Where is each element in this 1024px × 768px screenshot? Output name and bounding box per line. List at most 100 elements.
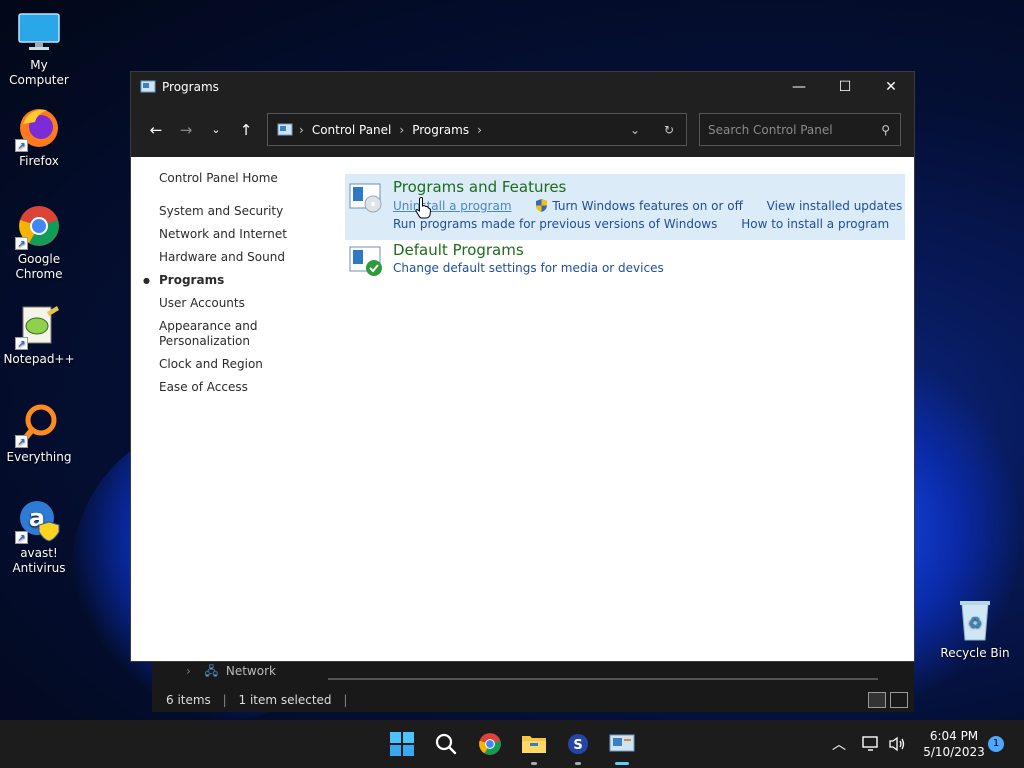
address-bar[interactable]: › Control Panel › Programs › ⌄ ↻ [267,113,687,146]
desktop-icon-label: Everything [6,450,72,464]
nav-clock-region[interactable]: Clock and Region [159,357,339,372]
app-s-icon: S [568,734,588,754]
programs-features-title[interactable]: Programs and Features [393,178,566,196]
desktop-icon-everything[interactable]: ↗ Everything [0,402,78,465]
status-bar: 6 items | 1 item selected | [166,693,348,707]
avast-icon: a ↗ [15,498,61,544]
windows-features-link[interactable]: Turn Windows features on or off [552,199,743,213]
back-button[interactable]: ← [141,115,171,145]
taskbar: S ︿ 6:04 PM 5/10/2023 [0,720,1024,768]
clock[interactable]: 6:04 PM 5/10/2023 [912,728,996,760]
desktop-icon-label: avast! Antivirus [12,546,66,575]
shield-icon [536,199,548,212]
nav-appearance-personalization[interactable]: Appearance and Personalization [159,319,269,349]
folder-icon [522,736,546,753]
nav-user-accounts[interactable]: User Accounts [159,296,339,311]
desktop-icon-notepadpp[interactable]: ↗ Notepad++ [0,304,78,367]
horizontal-scrollbar[interactable] [328,678,878,680]
desktop-icon-label: Google Chrome [15,252,63,281]
minimize-button[interactable]: — [776,72,822,102]
control-panel-window: Programs — ☐ ✕ ← → ⌄ ↑ › Control Panel ›… [130,71,915,662]
refresh-button[interactable]: ↻ [652,123,686,137]
change-defaults-link[interactable]: Change default settings for media or dev… [393,261,664,275]
nav-system-security[interactable]: System and Security [159,204,339,219]
programs-features-icon [349,183,382,213]
shortcut-arrow-icon: ↗ [15,139,28,152]
search-box[interactable]: Search Control Panel ⚲ [699,113,901,146]
start-button[interactable] [386,728,418,760]
search-icon: ⚲ [881,122,890,137]
view-installed-updates-link[interactable]: View installed updates [767,199,903,213]
desktop-icon-label: Recycle Bin [940,646,1010,660]
desktop-icon-label: Firefox [19,154,59,168]
title-bar[interactable]: Programs — ☐ ✕ [131,72,914,102]
desktop-icon-avast[interactable]: a ↗ avast! Antivirus [0,498,78,576]
nav-ease-of-access[interactable]: Ease of Access [159,380,339,395]
content-area: Control Panel Home System and Security N… [131,157,914,661]
control-panel-icon [277,123,293,135]
large-icons-view-button[interactable] [890,692,908,708]
notification-badge[interactable]: 1 [988,736,1004,752]
search-input[interactable]: Search Control Panel [708,123,833,137]
magnifier-icon: ↗ [15,402,61,448]
nav-control-panel-home[interactable]: Control Panel Home [159,171,339,186]
maximize-button[interactable]: ☐ [822,72,868,102]
up-button[interactable]: ↑ [231,115,261,145]
taskbar-search-button[interactable] [430,728,462,760]
notepadpp-icon: ↗ [15,304,61,350]
network-tray[interactable] [862,720,880,768]
taskbar-chrome[interactable] [474,728,506,760]
svg-text:S: S [573,738,582,753]
clock-date: 5/10/2023 [923,745,985,759]
search-icon [435,733,457,755]
network-icon: 🖧 [204,664,219,678]
clock-time: 6:04 PM [929,729,979,743]
window-title: Programs [162,80,219,94]
how-to-install-link[interactable]: How to install a program [741,217,889,231]
details-view-button[interactable] [868,692,886,708]
volume-tray[interactable] [888,720,906,768]
desktop-icon-my-computer[interactable]: My Computer [0,10,78,88]
hand-cursor-icon [415,197,431,219]
desktop-icon-label: Notepad++ [3,352,75,366]
nav-hardware-sound[interactable]: Hardware and Sound [159,250,339,265]
desktop-icon-firefox[interactable]: ↗ Firefox [0,106,78,169]
windows-logo-icon [390,732,414,756]
shortcut-arrow-icon: ↗ [15,237,28,250]
shortcut-arrow-icon: ↗ [15,337,28,350]
recent-locations-button[interactable]: ⌄ [201,115,231,145]
speaker-icon [889,736,905,752]
chevron-right-icon: › [477,122,482,137]
nav-programs[interactable]: Programs [143,273,339,288]
shortcut-arrow-icon: ↗ [15,435,28,448]
desktop-icon-label: My Computer [9,58,69,87]
forward-button[interactable]: → [171,115,201,145]
control-panel-icon [609,734,635,752]
close-button[interactable]: ✕ [868,72,914,102]
recycle-bin-icon: ♻ [953,598,997,642]
default-programs-icon [349,246,382,276]
desktop-icon-chrome[interactable]: ↗ Google Chrome [0,204,78,282]
desktop-icon-recycle-bin[interactable]: ♻ Recycle Bin [936,598,1014,661]
svg-text:♻: ♻ [968,613,982,632]
breadcrumb-control-panel[interactable]: Control Panel [312,123,392,137]
network-icon [862,736,878,751]
taskbar-file-explorer[interactable] [518,728,550,765]
navigation-bar: ← → ⌄ ↑ › Control Panel › Programs › ⌄ ↻… [131,102,914,157]
breadcrumb-programs[interactable]: Programs [412,123,469,137]
default-programs-title[interactable]: Default Programs [393,241,524,259]
taskbar-app-s[interactable]: S [562,728,594,765]
address-dropdown-button[interactable]: ⌄ [618,123,652,137]
taskbar-control-panel[interactable] [606,728,638,765]
left-navigation-pane: Control Panel Home System and Security N… [143,171,339,403]
chevron-up-icon: ︿ [832,737,846,753]
background-explorer-window[interactable]: › 🖧 Network 6 items | 1 item selected | [152,660,914,712]
show-hidden-icons-button[interactable]: ︿ [832,720,846,768]
nav-item-network[interactable]: › 🖧 Network [186,662,276,683]
category-default-programs[interactable]: Default Programs Change default settings… [345,241,905,281]
chrome-icon: ↗ [15,204,61,250]
compatibility-link[interactable]: Run programs made for previous versions … [393,217,717,231]
monitor-icon [17,10,61,54]
nav-network-internet[interactable]: Network and Internet [159,227,339,242]
uninstall-program-link[interactable]: Uninstall a program [393,199,512,213]
